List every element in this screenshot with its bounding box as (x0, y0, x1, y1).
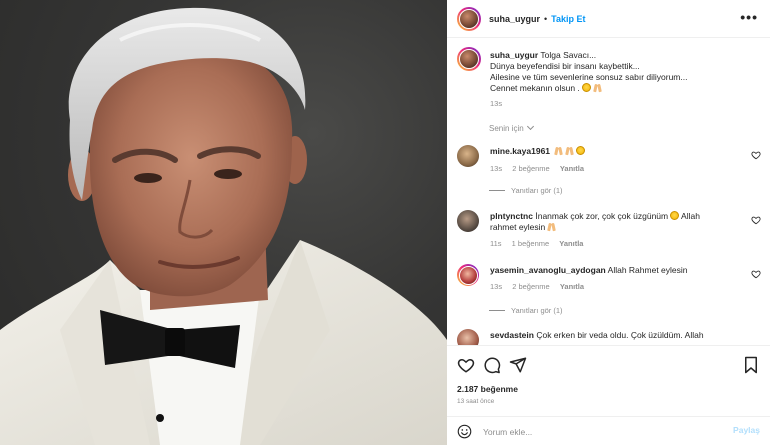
comment-meta: 13s 2 beğenme Yanıtla (490, 282, 592, 291)
view-replies-label: Yanıtları gör (1) (511, 306, 563, 315)
reply-button[interactable]: Yanıtla (559, 239, 583, 248)
praying-hands-emoji-icon (565, 146, 574, 155)
chevron-down-icon (526, 122, 534, 131)
comments-list[interactable]: suha_uygur Tolga Savacı... Dünya beyefen… (447, 39, 770, 345)
comment-text: plntynctnc İnanmak çok zor, çok çok üzgü… (490, 211, 722, 233)
commenter-username[interactable]: mine.kaya1961 (490, 146, 550, 156)
view-replies-label: Yanıtları gör (1) (511, 186, 563, 195)
commenter-username[interactable]: yasemin_avanoglu_aydogan (490, 265, 606, 275)
post-actions: 2.187 beğenme 13 saat önce (447, 345, 770, 415)
commenter-username[interactable]: sevdastein (490, 330, 534, 340)
comment-bubble-icon[interactable] (483, 356, 501, 374)
more-icon[interactable]: ••• (740, 10, 758, 24)
comment-filter-dropdown[interactable]: Senin için (489, 122, 534, 133)
author-avatar[interactable] (457, 6, 481, 31)
commenter-avatar[interactable] (457, 210, 479, 232)
bookmark-icon[interactable] (742, 356, 760, 374)
commenter-username[interactable]: plntynctnc (490, 211, 533, 221)
commenter-avatar[interactable] (457, 329, 479, 345)
heart-icon[interactable] (751, 150, 761, 160)
comment-meta: 11s 1 beğenme Yanıtla (490, 239, 591, 248)
add-comment-bar: Paylaş (447, 416, 770, 445)
share-paper-plane-icon[interactable] (509, 356, 527, 374)
comment-body: Allah Rahmet eylesin (607, 265, 688, 275)
caption-line-2: Dünya beyefendisi bir insanı kaybettik..… (490, 61, 640, 71)
comment-time: 13s (490, 282, 503, 291)
comment-input[interactable] (483, 423, 723, 440)
comment-text: mine.kaya1961 (490, 146, 722, 157)
view-replies-button[interactable]: Yanıtları gör (1) (489, 186, 563, 195)
caption-username[interactable]: suha_uygur (490, 50, 538, 60)
comment-likes[interactable]: 2 beğenme (512, 282, 550, 291)
replies-divider (489, 190, 505, 191)
comment-body: İnanmak çok zor, çok çok üzgünüm (535, 211, 669, 221)
comment-text: yasemin_avanoglu_aydogan Allah Rahmet ey… (490, 265, 722, 276)
replies-divider (489, 310, 505, 311)
post-time-ago: 13 saat önce (457, 398, 495, 405)
comment-time: 13s (490, 164, 503, 173)
caption-line-3: Ailesine ve tüm sevenlerine sonsuz sabır… (490, 72, 688, 82)
praying-hands-emoji-icon (593, 83, 602, 92)
caption-line-1: Tolga Savacı... (540, 50, 597, 60)
likes-count[interactable]: 2.187 beğenme (457, 384, 518, 394)
reply-button[interactable]: Yanıtla (560, 282, 584, 291)
comment-filter-label: Senin için (489, 124, 524, 133)
header-separator: • (544, 13, 548, 24)
comment-likes[interactable]: 2 beğenme (512, 164, 550, 173)
post-side-panel: suha_uygur • Takip Et ••• suha_uygur Tol… (447, 0, 770, 445)
heart-icon[interactable] (751, 215, 761, 225)
comment-text: sevdastein Çok erken bir veda oldu. Çok … (490, 330, 722, 341)
portrait-illustration (0, 7, 447, 445)
comment-time: 11s (490, 239, 502, 248)
comment-body: Çok erken bir veda oldu. Çok üzüldüm. Al… (536, 330, 704, 340)
emoji-smiley-icon[interactable] (457, 424, 472, 439)
caption-line-4: Cennet mekanın olsun . (490, 83, 580, 93)
view-replies-button[interactable]: Yanıtları gör (1) (489, 306, 563, 315)
caption-time: 13s (490, 99, 503, 108)
post-header: suha_uygur • Takip Et ••• (447, 0, 770, 38)
post-comment-button[interactable]: Paylaş (733, 425, 760, 435)
caption-avatar[interactable] (457, 47, 481, 71)
praying-hands-emoji-icon (554, 146, 563, 155)
comment-likes[interactable]: 1 beğenme (512, 239, 550, 248)
sad-face-emoji-icon (670, 211, 680, 220)
praying-hands-emoji-icon (547, 222, 556, 231)
heart-icon[interactable] (751, 269, 761, 279)
post-photo[interactable] (0, 0, 447, 445)
follow-button[interactable]: Takip Et (551, 14, 585, 24)
author-username[interactable]: suha_uygur (489, 14, 540, 24)
comment-meta: 13s 2 beğenme Yanıtla (490, 164, 592, 173)
reply-button[interactable]: Yanıtla (560, 164, 584, 173)
sad-face-emoji-icon (581, 83, 591, 92)
caption-text: suha_uygur Tolga Savacı... Dünya beyefen… (490, 50, 760, 109)
commenter-avatar[interactable] (457, 145, 479, 167)
sad-face-emoji-icon (576, 146, 586, 155)
like-heart-icon[interactable] (457, 356, 475, 374)
commenter-avatar[interactable] (457, 264, 479, 286)
